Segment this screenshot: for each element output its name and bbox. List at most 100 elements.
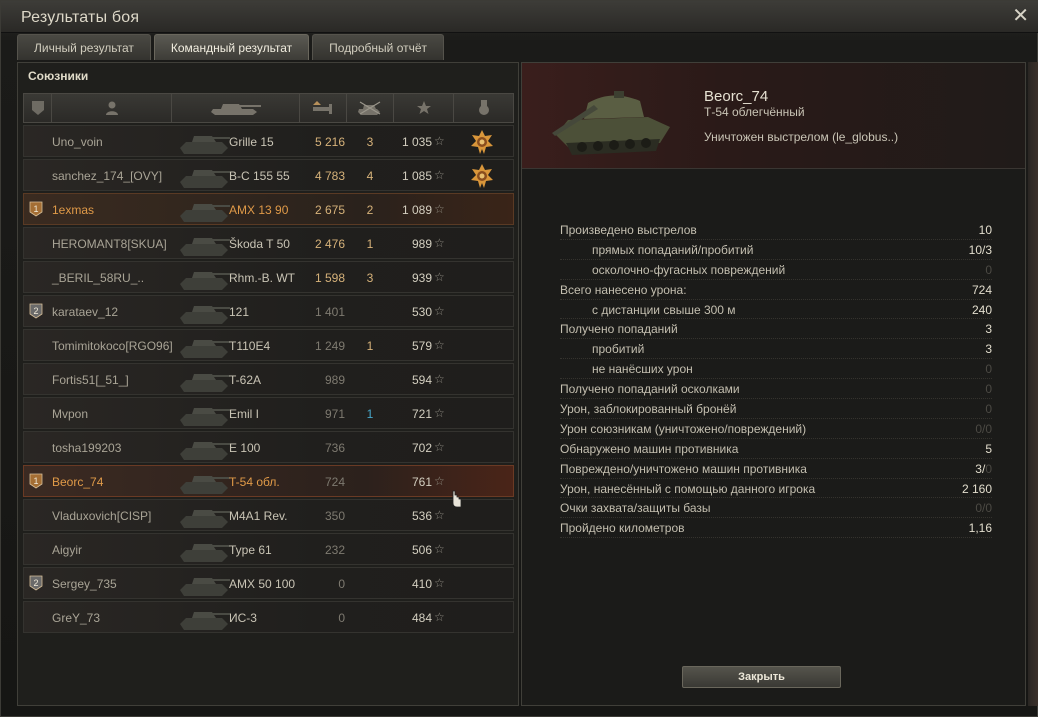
medal-icon [471,130,493,154]
stat-value: 2 160 [961,481,992,496]
player-row[interactable]: Fortis51[_51_] T-62A 989 594 ☆ [23,363,514,395]
player-name: 1exmas [52,203,95,217]
vehicle-thumbnail-icon [180,306,230,324]
kills-value: 4 [366,169,374,183]
vehicle-icon[interactable] [172,94,300,122]
stat-label: Обнаружено машин противника [560,441,739,456]
player-name: tosha199203 [52,441,122,455]
player-name: Sergey_735 [52,577,117,591]
svg-text:1: 1 [33,476,38,486]
background-strip [1028,62,1038,706]
svg-text:2: 2 [33,306,38,316]
player-name: Tomimitokoco[RGO96] [52,339,173,353]
close-icon[interactable]: ✕ [1012,6,1029,26]
close-button[interactable]: Закрыть [682,666,841,688]
stat-row: не нанёсших урон 0 [560,359,992,380]
stat-value: 0 [985,402,992,417]
player-name: Fortis51[_51_] [52,373,129,387]
player-row[interactable]: Vladuxovich[CISP] M4A1 Rev. 350 536 ☆ [23,499,514,531]
platoon-badge-icon: 1 [29,201,43,217]
player-row[interactable]: _BERIL_58RU_.. Rhm.-B. WT 1 598 3 939 ☆ [23,261,514,293]
xp-value: 579 [411,339,432,353]
tab-personal-result[interactable]: Личный результат [17,34,151,60]
detail-tank-name: Т-54 облегчённый [704,105,805,119]
damage-value: 5 216 [314,135,345,149]
player-row[interactable]: Tomimitokoco[RGO96] T110E4 1 249 1 579 ☆ [23,329,514,361]
stat-label: Урон, заблокированный бронёй [560,402,737,417]
stat-label: Очки захвата/защиты базы [560,501,711,516]
star-icon: ☆ [434,542,445,556]
vehicle-thumbnail-icon [180,442,230,460]
vehicle-thumbnail-icon [180,136,230,154]
player-row[interactable]: GreY_73 ИС-3 0 484 ☆ [23,601,514,633]
vehicle-name: B-C 155 55 [229,169,290,183]
stat-row: Урон союзникам (уничтожено/повреждений) 0… [560,419,992,439]
player-name: Uno_voin [52,135,103,149]
damage-value: 0 [338,611,345,625]
stat-value: 10 [978,223,992,237]
vehicle-name: Type 61 [229,543,272,557]
xp-value: 1 035 [401,135,432,149]
table-header [23,93,514,123]
player-row[interactable]: 2 karataev_12 121 1 401 530 ☆ [23,295,514,327]
damage-value: 2 675 [314,203,345,217]
player-row[interactable]: HEROMANT8[SKUA] Škoda T 50 2 476 1 989 ☆ [23,227,514,259]
stat-row: Повреждено/уничтожено машин противника 3/… [560,459,992,479]
xp-value: 721 [411,407,432,421]
player-row[interactable]: 2 Sergey_735 AMX 50 100 0 410 ☆ [23,567,514,599]
stat-label: с дистанции свыше 300 м [592,302,736,317]
vehicle-name: Škoda T 50 [229,237,290,251]
player-row[interactable]: Uno_voin Grille 15 5 216 3 1 035 ☆ [23,125,514,157]
battle-results-window: Результаты боя ✕ Личный результат Команд… [0,0,1038,717]
damage-value: 4 783 [314,169,345,183]
xp-value: 1 089 [401,203,432,217]
vehicle-thumbnail-icon [180,578,230,596]
stat-label: Урон союзникам (уничтожено/повреждений) [560,421,807,436]
star-icon: ☆ [434,508,445,522]
rank-icon[interactable] [24,94,52,122]
stat-row: осколочно-фугасных повреждений 0 [560,260,992,280]
player-row[interactable]: 1 Beorc_74 T-54 обл. 724 761 ☆ [23,465,514,497]
player-row[interactable]: tosha199203 E 100 736 702 ☆ [23,431,514,463]
medal-icon[interactable] [454,94,513,122]
player-name: GreY_73 [52,611,101,625]
xp-value: 506 [411,543,432,557]
player-row[interactable]: Aigyir Type 61 232 506 ☆ [23,533,514,565]
player-detail-panel: Beorc_74 Т-54 облегчённый Уничтожен выст… [521,62,1026,706]
vehicle-name: M4A1 Rev. [229,509,288,523]
xp-value: 989 [411,237,432,251]
detail-status: Уничтожен выстрелом (le_globus..) [704,130,899,144]
star-icon: ☆ [434,134,445,148]
stat-row: Пройдено километров 1,16 [560,518,992,539]
stat-label: Урон, нанесённый с помощью данного игрок… [560,481,816,496]
vehicle-name: AMX 13 90 [229,203,289,217]
player-name: sanchez_174_[OVY] [52,169,163,183]
damage-value: 232 [324,543,345,557]
kills-value: 3 [366,135,374,149]
vehicle-name: 121 [229,305,250,319]
stat-row: Обнаружено машин противника 5 [560,439,992,459]
star-icon: ☆ [434,474,445,488]
vehicle-thumbnail-icon [180,238,230,256]
player-row[interactable]: Mvpon Emil I 971 1 721 ☆ [23,397,514,429]
stat-label: Получено попаданий [560,322,678,337]
player-icon[interactable] [52,94,172,122]
star-icon: ☆ [434,610,445,624]
damage-value: 736 [324,441,345,455]
kills-icon[interactable] [347,94,394,122]
player-row[interactable]: sanchez_174_[OVY] B-C 155 55 4 783 4 1 085 ☆ [23,159,514,191]
vehicle-thumbnail-icon [180,612,230,630]
star-icon: ☆ [434,270,445,284]
xp-value: 702 [411,441,432,455]
tab-detailed-report[interactable]: Подробный отчёт [312,34,445,60]
stat-value: 5 [985,441,992,456]
vehicle-thumbnail-icon [180,272,230,290]
star-icon: ☆ [434,440,445,454]
damage-icon[interactable] [300,94,347,122]
stat-label: Всего нанесено урона: [560,282,687,297]
xp-icon[interactable] [394,94,454,122]
kills-value: 2 [366,203,374,217]
tab-team-result[interactable]: Командный результат [153,34,310,60]
player-row[interactable]: 1 1exmas AMX 13 90 2 675 2 1 089 ☆ [23,193,514,225]
xp-value: 536 [411,509,432,523]
